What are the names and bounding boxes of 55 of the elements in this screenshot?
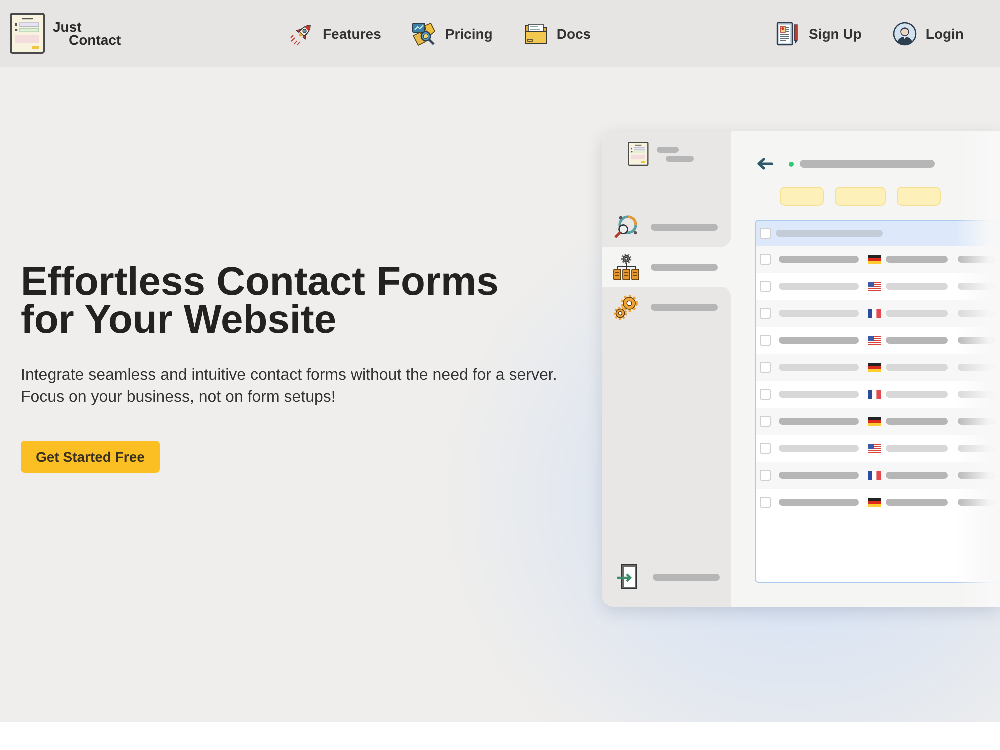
germany-flag-icon [868, 417, 881, 426]
placeholder-bar [958, 472, 996, 479]
placeholder-bar [651, 264, 718, 270]
placeholder-bar [886, 283, 948, 290]
nav-link[interactable]: Pricing [412, 22, 493, 46]
brand-logo-link[interactable]: Just Contact [10, 13, 122, 54]
folder-icon [524, 22, 548, 46]
placeholder-bar [886, 337, 948, 344]
france-flag-icon [868, 471, 881, 480]
placeholder-bar [958, 256, 996, 263]
filter-chip [780, 187, 824, 206]
placeholder-bar [886, 391, 948, 398]
placeholder-bar [886, 445, 948, 452]
placeholder-bar [886, 472, 948, 479]
chart-magnifier-icon [412, 22, 436, 46]
user-avatar-icon [892, 22, 917, 46]
placeholder-bar [886, 310, 948, 317]
usa-flag-icon [868, 444, 881, 453]
filter-chip [835, 187, 886, 206]
hierarchy-gear-icon [613, 254, 640, 280]
placeholder-bar [886, 418, 948, 425]
france-flag-icon [868, 390, 881, 399]
placeholder-bar [651, 224, 718, 230]
nav-link[interactable]: Login [892, 22, 964, 46]
placeholder-bar [657, 147, 679, 153]
placeholder-bar [958, 418, 996, 425]
placeholder-bar [653, 574, 720, 580]
nav-link[interactable]: Sign Up [776, 22, 862, 46]
france-flag-icon [868, 309, 881, 318]
germany-flag-icon [868, 498, 881, 507]
cta-button[interactable]: Get Started Free [21, 441, 160, 473]
nav-link[interactable]: Docs [524, 22, 592, 46]
magnifier-ring-icon [613, 214, 640, 240]
nav-link[interactable]: Features [290, 22, 382, 46]
hero-description: Integrate seamless and intuitive contact forms without the need for a server. Focus on your business, not on form setups! [21, 366, 558, 408]
hero-title: Effortless Contact Forms for Your Website [21, 263, 500, 339]
usa-flag-icon [868, 336, 881, 345]
status-dot-icon [789, 162, 794, 166]
placeholder-bar [886, 499, 948, 506]
filter-chip [897, 187, 941, 206]
placeholder-bar [958, 499, 996, 506]
back-arrow-icon [757, 158, 773, 170]
placeholder-bar [958, 337, 996, 344]
door-exit-icon [617, 564, 638, 590]
germany-flag-icon [868, 255, 881, 264]
germany-flag-icon [868, 363, 881, 372]
placeholder-bar [886, 364, 948, 371]
placeholder-bar [886, 256, 948, 263]
gears-icon [613, 294, 640, 320]
form-icon [628, 142, 649, 166]
placeholder-bar [651, 304, 718, 310]
placeholder-bar [666, 156, 694, 162]
usa-flag-icon [868, 282, 881, 291]
form-icon [10, 13, 45, 54]
document-pen-icon [776, 22, 800, 46]
